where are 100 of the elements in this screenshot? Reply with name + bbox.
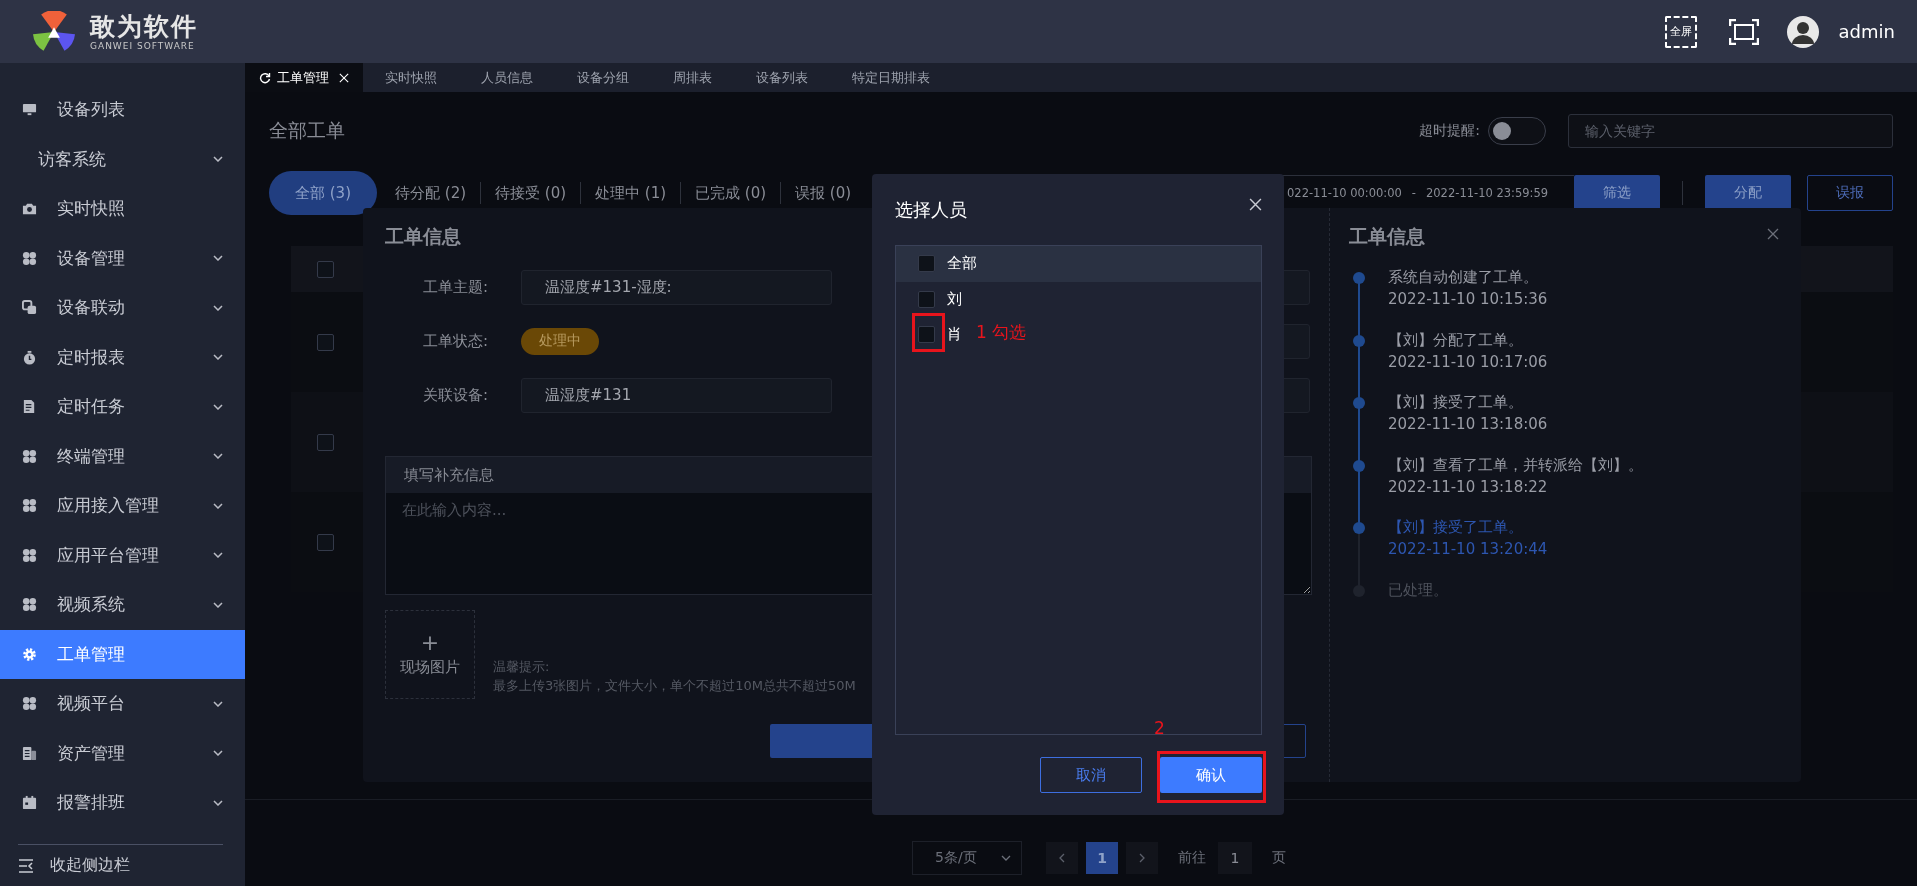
event-text: 已处理。	[1388, 579, 1448, 601]
sidebar-item[interactable]: 应用平台管理	[0, 530, 245, 580]
action-button[interactable]: 分配	[1705, 175, 1791, 211]
document-icon	[22, 399, 37, 415]
search-field[interactable]: 输入关键字	[1568, 114, 1893, 148]
refresh-icon[interactable]	[259, 71, 271, 84]
sidebar-item[interactable]: 资产管理	[0, 728, 245, 778]
filter-tab[interactable]: 待分配 (2)	[381, 171, 481, 215]
chevron-icon	[213, 799, 223, 806]
chevron-left-icon	[1059, 853, 1065, 863]
camera-icon	[22, 201, 37, 217]
input-field[interactable]: 温湿度#131-湿度:	[521, 269, 832, 305]
confirm-button[interactable]: 确认	[1160, 757, 1262, 793]
avatar-icon[interactable]	[1786, 15, 1819, 48]
person-option[interactable]: 全部	[918, 254, 977, 274]
checkbox[interactable]	[317, 533, 334, 551]
previous-page-button[interactable]	[1046, 842, 1078, 874]
clover-icon	[22, 448, 37, 464]
calendar-icon	[22, 795, 37, 811]
event-text: 【刘】查看了工单，并转派给【刘】。	[1388, 454, 1643, 476]
chevron-icon	[213, 304, 223, 311]
user-name[interactable]: admin	[1838, 21, 1895, 42]
checkbox[interactable]	[918, 255, 935, 273]
sidebar-item[interactable]: 设备联动	[0, 283, 245, 333]
dialog-title: 选择人员	[895, 197, 967, 222]
event-time: 2022-11-10 13:18:22	[1388, 476, 1549, 498]
sidebar-item[interactable]: 设备列表	[0, 85, 245, 135]
sidebar-item[interactable]: 报警排班	[0, 778, 245, 828]
input-field[interactable]: 温湿度#131	[521, 377, 832, 413]
clover-icon	[22, 498, 37, 514]
sidebar-item[interactable]: 终端管理	[0, 431, 245, 481]
sidebar-item[interactable]: 定时任务	[0, 382, 245, 432]
tab[interactable]: 设备分组	[555, 63, 651, 92]
checkbox[interactable]	[317, 333, 334, 351]
event-text: 系统自动创建了工单。	[1388, 267, 1539, 288]
chevron-down-icon	[1001, 855, 1011, 861]
sidebar-item[interactable]: 视频系统	[0, 580, 245, 630]
checkbox[interactable]	[317, 260, 334, 278]
person-option[interactable]: 肖	[918, 325, 962, 345]
screen-icon[interactable]	[1728, 18, 1759, 45]
stopwatch-icon	[22, 349, 37, 365]
next-page-button[interactable]	[1126, 842, 1158, 874]
panel-title: 工单信息	[1349, 224, 1425, 249]
sidebar-item[interactable]: 访客系统	[0, 134, 245, 184]
tab[interactable]: 设备列表	[734, 63, 830, 92]
tab[interactable]: 工单管理	[245, 63, 363, 92]
upload-button[interactable]: + 现场图片	[385, 610, 475, 699]
sidebar-item[interactable]: 应用接入管理	[0, 481, 245, 531]
chevron-icon	[213, 552, 223, 559]
action-button[interactable]: 筛选	[1574, 175, 1660, 211]
logo-title: 敢为软件	[90, 12, 198, 41]
monitor-icon	[22, 102, 37, 118]
sidebar-item[interactable]: 设备管理	[0, 233, 245, 283]
annotation-box	[912, 313, 945, 352]
toggle-switch[interactable]	[1488, 117, 1546, 145]
tab[interactable]: 实时快照	[363, 63, 459, 92]
cancel-button[interactable]: 取消	[1040, 757, 1142, 793]
filter-tab[interactable]: 已完成 (0)	[681, 171, 781, 215]
event-time: 2022-11-10 10:15:36	[1388, 289, 1548, 310]
tab[interactable]: 周排表	[651, 63, 734, 92]
chevron-right-icon	[1139, 853, 1145, 863]
sidebar-item[interactable]: 视频平台	[0, 679, 245, 729]
event-text: 【刘】分配了工单。	[1388, 329, 1524, 351]
filter-tab[interactable]: 待接受 (0)	[481, 171, 581, 215]
checkbox[interactable]	[317, 433, 334, 451]
field-label: 关联设备:	[421, 385, 488, 405]
logo-subtitle: GANWEI SOFTWARE	[90, 40, 196, 51]
ledger-icon	[22, 745, 37, 761]
annotation-text: 1 勾选	[976, 321, 1027, 344]
chevron-icon	[213, 354, 223, 361]
filter-tab[interactable]: 全部 (3)	[269, 171, 377, 215]
clover-icon	[22, 547, 37, 563]
chevron-icon	[213, 156, 223, 163]
filter-tab[interactable]: 误报 (0)	[781, 171, 866, 215]
logo-icon	[30, 10, 78, 53]
sidebar-item[interactable]: 定时报表	[0, 332, 245, 382]
collapse-icon	[18, 858, 34, 873]
sidebar-item[interactable]: 实时快照	[0, 184, 245, 234]
page-size-select[interactable]: 5条/页	[912, 841, 1022, 875]
fullscreen-button[interactable]: 全屏	[1664, 15, 1697, 48]
action-button[interactable]: 误报	[1807, 175, 1893, 211]
goto-page-field[interactable]: 1	[1218, 842, 1252, 874]
person-option[interactable]: 刘	[918, 289, 962, 309]
tab[interactable]: 特定日期排表	[830, 63, 952, 92]
chevron-icon	[213, 750, 223, 757]
link-icon	[22, 300, 37, 316]
tab[interactable]: 人员信息	[459, 63, 555, 92]
sidebar-item[interactable]: 工单管理	[0, 629, 245, 679]
event-time: 2022-11-10 10:17:06	[1388, 351, 1548, 373]
event-time: 2022-11-10 13:20:44	[1388, 539, 1548, 560]
event-text: 【刘】接受了工单。	[1388, 392, 1524, 413]
clover-icon	[22, 250, 37, 266]
event-text: 【刘】接受了工单。	[1388, 517, 1524, 538]
dialog-title: 工单信息	[385, 224, 462, 249]
filter-tab[interactable]: 处理中 (1)	[581, 171, 681, 215]
page-number[interactable]: 1	[1086, 842, 1118, 874]
checkbox[interactable]	[918, 290, 935, 308]
checkbox[interactable]	[918, 326, 935, 344]
chevron-icon	[213, 700, 223, 707]
hint-title: 温馨提示:	[493, 658, 551, 676]
